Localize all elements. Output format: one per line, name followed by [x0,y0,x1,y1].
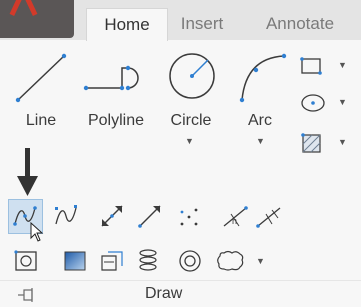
line-label: Line [25,112,57,129]
logo-mark [9,0,24,17]
arc-dropdown-icon[interactable]: ▼ [256,136,265,146]
ellipse-tool-button[interactable]: ▼ [296,90,352,118]
arc-label: Arc [248,112,272,129]
revision-cloud-dropdown-icon[interactable]: ▼ [256,256,265,266]
circle-label: Circle [170,112,212,129]
boundary-icon[interactable] [98,248,126,274]
donut-icon[interactable] [178,248,204,274]
ellipse-icon [301,94,325,112]
app-menu-button[interactable] [0,0,74,38]
logo-mark [23,0,38,17]
gradient-icon[interactable] [62,248,88,274]
hatch-tool-button[interactable]: ▼ [296,130,352,158]
arc-icon [239,53,287,103]
hatch-dropdown-icon[interactable]: ▼ [338,137,347,147]
line-tool-button[interactable]: Line [10,48,72,160]
pin-icon[interactable] [16,286,38,304]
rectangle-dropdown-icon[interactable]: ▼ [338,60,347,70]
polyline-tool-button[interactable]: Polyline [74,48,158,160]
measure-icon[interactable] [256,204,284,228]
ellipse-dropdown-icon[interactable]: ▼ [338,97,347,107]
divide-icon[interactable]: n [222,204,250,228]
circle-icon [169,53,215,99]
region-icon[interactable] [14,248,40,274]
rectangle-icon [300,57,322,75]
polyline-icon [83,65,139,91]
down-arrow-icon [17,148,38,196]
tab-insert[interactable]: Insert [172,8,232,40]
spline-cv-icon[interactable] [54,204,80,228]
multiple-points-icon[interactable] [178,206,200,228]
panel-title-draw[interactable]: Draw [145,285,182,303]
helix-icon[interactable] [136,248,162,274]
panel-divider [0,280,361,281]
arc-tool-button[interactable]: Arc ▼ [230,48,290,160]
mouse-cursor-icon [30,221,44,242]
rectangle-tool-button[interactable]: ▼ [296,54,352,80]
circle-tool-button[interactable]: Circle ▼ [158,48,224,160]
ray-icon[interactable] [138,204,164,228]
revision-cloud-icon[interactable] [216,250,246,272]
svg-text:n: n [232,216,237,226]
construction-line-icon[interactable] [100,204,126,228]
line-icon [15,53,67,103]
circle-dropdown-icon[interactable]: ▼ [185,136,194,146]
hatch-icon [301,133,321,153]
tab-home[interactable]: Home [86,8,168,41]
tab-annotate[interactable]: Annotate [250,8,350,40]
polyline-label: Polyline [87,112,145,129]
